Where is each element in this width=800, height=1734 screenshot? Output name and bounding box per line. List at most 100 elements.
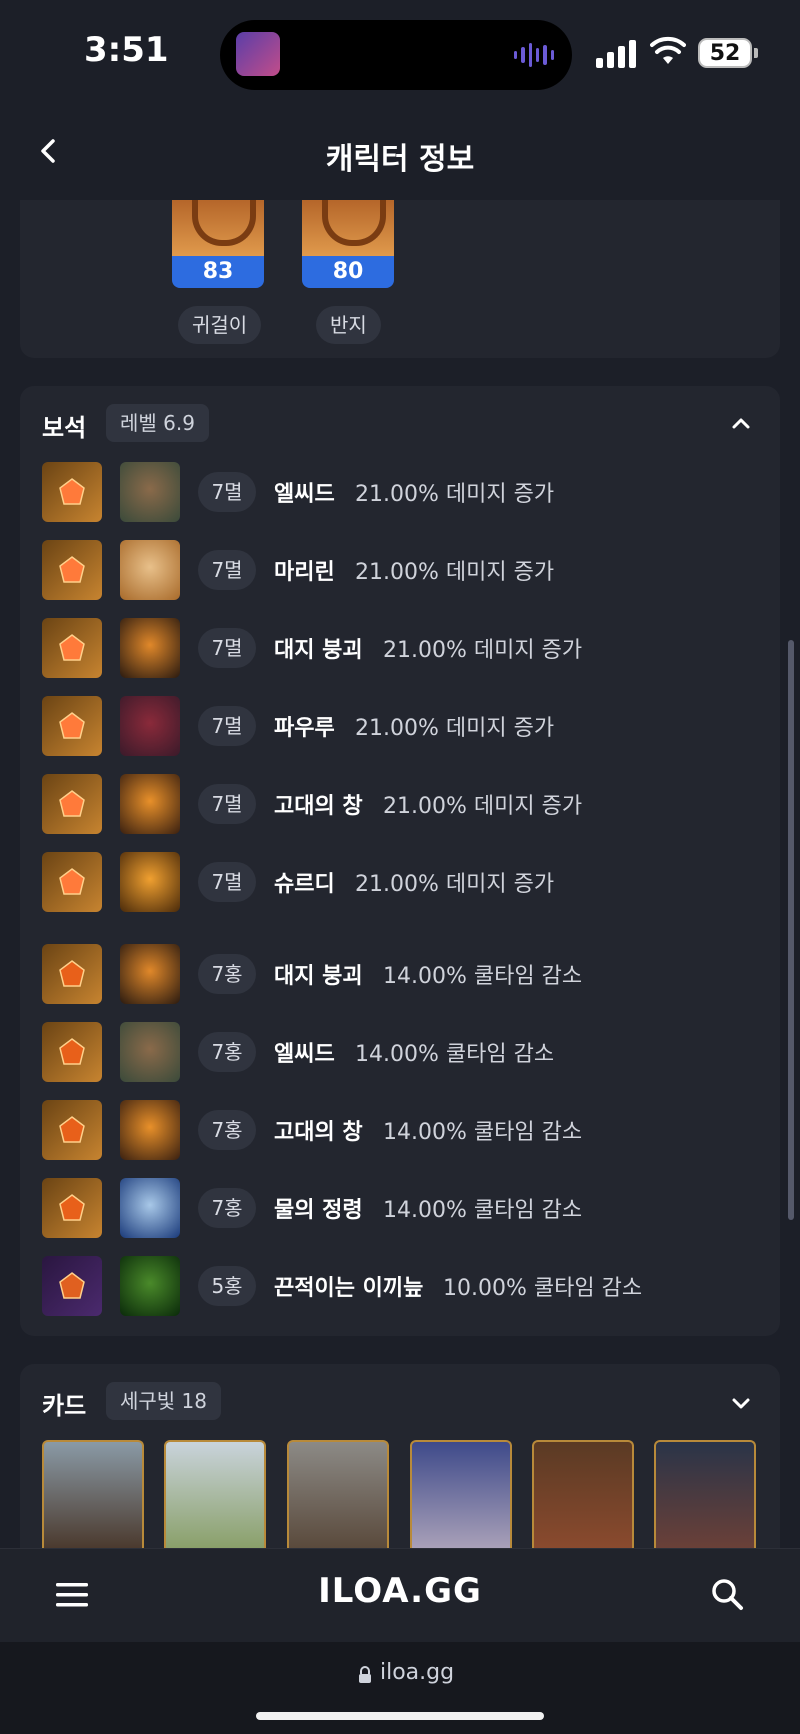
skill-name: 고대의 창: [274, 1120, 363, 1145]
accessory-quality: 83: [172, 256, 264, 288]
gem-effect: 21.00% 데미지 증가: [355, 872, 555, 897]
gem-effect: 14.00% 쿨타임 감소: [383, 1198, 583, 1223]
skill-name: 고대의 창: [274, 794, 363, 819]
gem-icon: [42, 618, 102, 678]
gem-level-badge: 7멸: [198, 550, 256, 590]
page-header: 캐릭터 정보: [0, 104, 800, 200]
gem-level-badge: 7홍: [198, 1032, 256, 1072]
card-image[interactable]: [164, 1440, 266, 1548]
site-logo[interactable]: ILOA.GG: [0, 1571, 800, 1611]
cards-section-title: 카드: [42, 1392, 87, 1420]
skill-name: 엘씨드: [274, 1042, 335, 1067]
battery-tip: [754, 48, 758, 58]
card-image[interactable]: [42, 1440, 144, 1548]
gem-row[interactable]: 7멸 마리린 21.00% 데미지 증가: [42, 540, 762, 600]
ring-image: [302, 200, 394, 256]
gem-effect: 21.00% 데미지 증가: [355, 482, 555, 507]
accessory-quality: 80: [302, 256, 394, 288]
gem-effect: 21.00% 데미지 증가: [383, 794, 583, 819]
skill-icon: [120, 540, 180, 600]
browser-url-bar: iloa.gg: [0, 1642, 800, 1734]
skill-icon: [120, 852, 180, 912]
gem-level-badge: 7홍: [198, 1188, 256, 1228]
gem-icon: [42, 696, 102, 756]
gem-icon: [42, 852, 102, 912]
dynamic-island[interactable]: [220, 20, 572, 90]
card-image[interactable]: [410, 1440, 512, 1548]
gem-level-badge: 7홍: [198, 954, 256, 994]
gem-row[interactable]: 7멸 슈르디 21.00% 데미지 증가: [42, 852, 762, 912]
gem-effect: 14.00% 쿨타임 감소: [355, 1042, 555, 1067]
gem-row[interactable]: 7멸 고대의 창 21.00% 데미지 증가: [42, 774, 762, 834]
gem-level-badge: 7멸: [198, 706, 256, 746]
gem-icon: [42, 540, 102, 600]
battery-level: 52: [709, 41, 741, 66]
skill-icon: [120, 462, 180, 522]
skill-icon: [120, 1022, 180, 1082]
gem-row[interactable]: 7홍 고대의 창 14.00% 쿨타임 감소: [42, 1100, 762, 1160]
card-image[interactable]: [654, 1440, 756, 1548]
skill-name: 마리린: [274, 560, 335, 585]
card-image[interactable]: [287, 1440, 389, 1548]
skill-icon: [120, 944, 180, 1004]
skill-name: 대지 붕괴: [274, 638, 363, 663]
url-text[interactable]: iloa.gg: [380, 1660, 454, 1685]
skill-icon: [120, 1178, 180, 1238]
accessory-label: 귀걸이: [178, 306, 262, 344]
gem-icon: [42, 1178, 102, 1238]
gem-effect: 14.00% 쿨타임 감소: [383, 964, 583, 989]
skill-name: 끈적이는 이끼늪: [274, 1276, 424, 1301]
gem-row[interactable]: 7멸 파우루 21.00% 데미지 증가: [42, 696, 762, 756]
audio-waveform-icon: [514, 42, 554, 68]
gem-effect: 21.00% 데미지 증가: [355, 560, 555, 585]
bottom-nav-bar: ILOA.GG: [0, 1548, 800, 1643]
skill-icon: [120, 1100, 180, 1160]
skill-icon: [120, 774, 180, 834]
gem-level-badge: 7멸: [198, 862, 256, 902]
gem-row[interactable]: 7홍 물의 정령 14.00% 쿨타임 감소: [42, 1178, 762, 1238]
accessory-ring[interactable]: 80: [302, 200, 394, 288]
gem-level-badge: 7멸: [198, 784, 256, 824]
cellular-signal-icon: [596, 38, 638, 68]
equipment-panel: [20, 200, 780, 358]
gems-level-badge: 레벨 6.9: [106, 404, 209, 442]
wifi-icon: [650, 36, 686, 64]
expand-chevron-icon[interactable]: [730, 1392, 752, 1414]
scrollbar[interactable]: [788, 640, 794, 1220]
gem-icon: [42, 1256, 102, 1316]
battery-icon: 52: [698, 38, 752, 68]
gem-level-badge: 5홍: [198, 1266, 256, 1306]
gem-effect: 21.00% 데미지 증가: [383, 638, 583, 663]
skill-icon: [120, 1256, 180, 1316]
accessory-earring[interactable]: 83: [172, 200, 264, 288]
gem-level-badge: 7멸: [198, 472, 256, 512]
gem-effect: 10.00% 쿨타임 감소: [443, 1276, 643, 1301]
card-image[interactable]: [532, 1440, 634, 1548]
gem-row[interactable]: 7멸 대지 붕괴 21.00% 데미지 증가: [42, 618, 762, 678]
skill-name: 파우루: [274, 716, 335, 741]
card-set-badge: 세구빛 18: [106, 1382, 222, 1420]
gem-icon: [42, 1022, 102, 1082]
now-playing-artwork: [236, 32, 280, 76]
gem-effect: 21.00% 데미지 증가: [355, 716, 555, 741]
home-indicator[interactable]: [256, 1712, 544, 1720]
gem-row[interactable]: 7멸 엘씨드 21.00% 데미지 증가: [42, 462, 762, 522]
status-bar: 3:51 52: [0, 0, 800, 104]
skill-name: 대지 붕괴: [274, 964, 363, 989]
gem-level-badge: 7홍: [198, 1110, 256, 1150]
skill-icon: [120, 696, 180, 756]
skill-name: 엘씨드: [274, 482, 335, 507]
skill-name: 슈르디: [274, 872, 335, 897]
skill-name: 물의 정령: [274, 1198, 363, 1223]
gem-row[interactable]: 7홍 대지 붕괴 14.00% 쿨타임 감소: [42, 944, 762, 1004]
status-time: 3:51: [84, 30, 169, 70]
collapse-chevron-icon[interactable]: [730, 412, 752, 434]
gem-row[interactable]: 5홍 끈적이는 이끼늪 10.00% 쿨타임 감소: [42, 1256, 762, 1316]
search-icon[interactable]: [710, 1577, 744, 1611]
gem-icon: [42, 944, 102, 1004]
gem-level-badge: 7멸: [198, 628, 256, 668]
skill-icon: [120, 618, 180, 678]
gems-section-title: 보석: [42, 414, 87, 442]
earring-image: [172, 200, 264, 256]
gem-row[interactable]: 7홍 엘씨드 14.00% 쿨타임 감소: [42, 1022, 762, 1082]
